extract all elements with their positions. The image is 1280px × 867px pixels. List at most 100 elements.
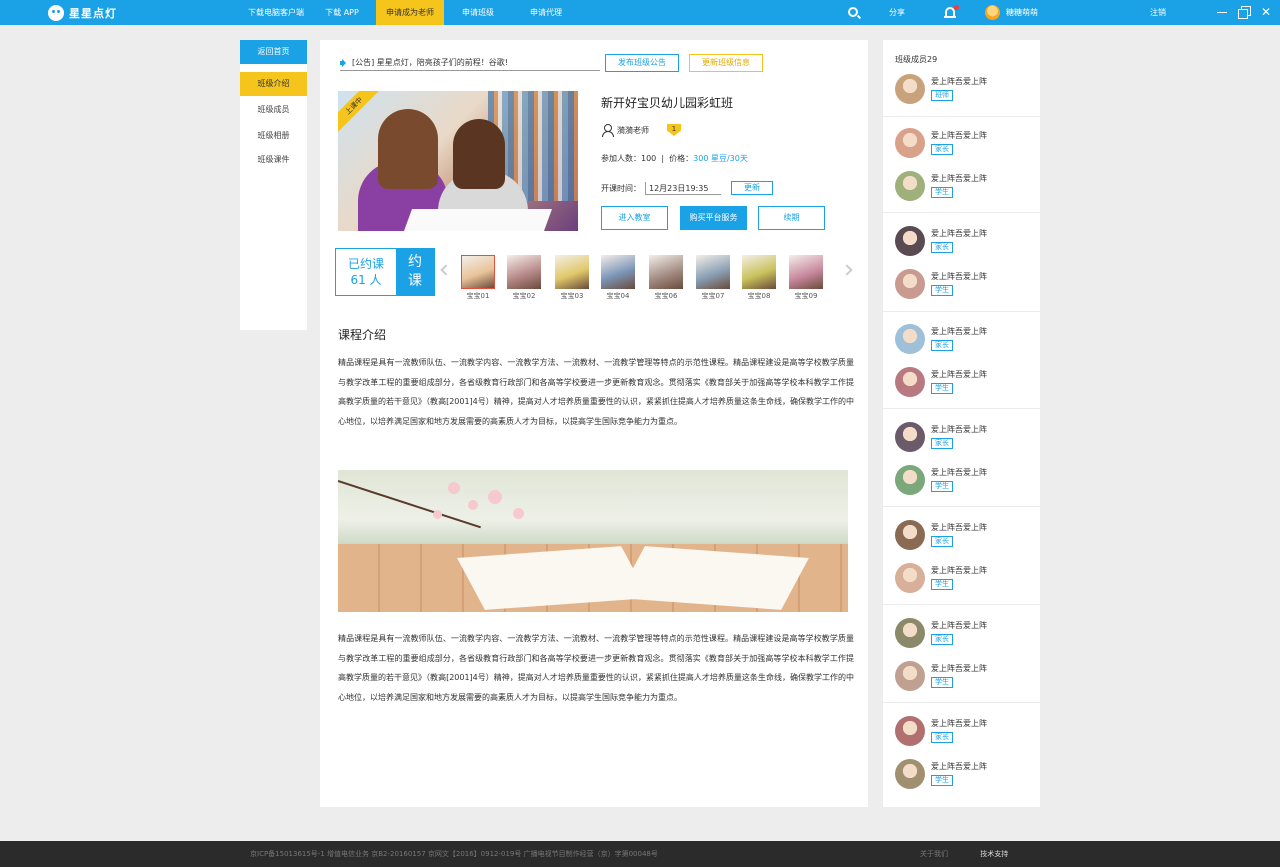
member-avatar: [895, 128, 925, 158]
member-avatar: [895, 618, 925, 648]
footer: 京ICP备15013615号-1 增值电信业务 京B2-20160157 京网文…: [0, 841, 1280, 867]
notification-bell-icon[interactable]: [944, 5, 959, 19]
booked-student[interactable]: 宝宝08: [742, 255, 776, 301]
booked-count-box: 已约课 61 人 约 课: [335, 248, 435, 296]
member-role-badge: 家长: [931, 536, 953, 547]
member-name: 爱上阵吾爱上阵: [931, 468, 987, 477]
price-unit: 星豆/30天: [710, 154, 748, 163]
member-avatar: [895, 324, 925, 354]
student-photo: [601, 255, 635, 289]
member-item[interactable]: 爱上阵吾爱上阵 学生: [895, 269, 1035, 301]
member-avatar: [895, 563, 925, 593]
member-item[interactable]: 爱上阵吾爱上阵 家长: [895, 520, 1035, 552]
member-role-badge: 学生: [931, 677, 953, 688]
renew-button[interactable]: 续期: [758, 206, 825, 230]
member-role-badge: 班师: [931, 90, 953, 101]
member-item[interactable]: 爱上阵吾爱上阵 家长: [895, 618, 1035, 650]
top-bar: 星星点灯 下载电脑客户端 下载 APP 申请成为老师 申请班级 申请代理 分享 …: [0, 0, 1280, 25]
member-name: 爱上阵吾爱上阵: [931, 719, 987, 728]
nav-apply-class[interactable]: 申请班级: [450, 0, 506, 25]
member-avatar: [895, 226, 925, 256]
student-photo: [507, 255, 541, 289]
share-link[interactable]: 分享: [889, 0, 905, 25]
member-item[interactable]: 爱上阵吾爱上阵 学生: [895, 465, 1035, 497]
nav-download-pc[interactable]: 下载电脑客户端: [236, 0, 316, 25]
member-name: 爱上阵吾爱上阵: [931, 664, 987, 673]
logout-link[interactable]: 注销: [1150, 0, 1166, 25]
member-item[interactable]: 爱上阵吾爱上阵 学生: [895, 661, 1035, 693]
book-class-button[interactable]: 约 课: [396, 249, 434, 295]
side-item-class-members[interactable]: 班级成员: [240, 98, 307, 122]
about-us-link[interactable]: 关于我们: [920, 850, 948, 858]
maximize-icon[interactable]: [1238, 6, 1251, 19]
member-item[interactable]: 爱上阵吾爱上阵 家长: [895, 226, 1035, 258]
member-item[interactable]: 爱上阵吾爱上阵 班师: [895, 74, 1035, 106]
student-name: 宝宝03: [560, 292, 584, 300]
participants-label: 参加人数：: [601, 154, 641, 163]
booked-student[interactable]: 宝宝09: [789, 255, 823, 301]
teacher-row: 漪漪老师 1: [601, 124, 681, 137]
logo[interactable]: 星星点灯: [48, 4, 117, 21]
member-name: 爱上阵吾爱上阵: [931, 523, 987, 532]
announcement-text: [公告] 星星点灯，陪亮孩子们的前程！谷歌!: [352, 58, 508, 67]
member-item[interactable]: 爱上阵吾爱上阵 学生: [895, 171, 1035, 203]
member-divider: [883, 311, 1040, 312]
publish-notice-button[interactable]: 发布班级公告: [605, 54, 679, 72]
back-home-button[interactable]: 返回首页: [240, 40, 307, 64]
member-item[interactable]: 爱上阵吾爱上阵 家长: [895, 324, 1035, 356]
update-class-info-button[interactable]: 更新班级信息: [689, 54, 763, 72]
booked-count: 已约课 61 人: [336, 249, 396, 295]
buy-service-button[interactable]: 购买平台服务: [680, 206, 747, 230]
next-arrow-icon[interactable]: [841, 264, 853, 276]
member-divider: [883, 116, 1040, 117]
student-photo: [461, 255, 495, 289]
start-time-field[interactable]: 12月23日19:35: [645, 181, 721, 195]
student-name: 宝宝08: [747, 292, 771, 300]
username[interactable]: 糖糖萌萌: [1006, 0, 1038, 25]
member-divider: [883, 408, 1040, 409]
member-item[interactable]: 爱上阵吾爱上阵 家长: [895, 716, 1035, 748]
search-icon[interactable]: [848, 7, 858, 17]
booked-student[interactable]: 宝宝07: [696, 255, 730, 301]
booked-student[interactable]: 宝宝06: [649, 255, 683, 301]
course-intro-paragraph-2: 精品课程是具有一流教师队伍、一流教学内容、一流教学方法、一流教材、一流教学管理等…: [338, 634, 854, 702]
side-item-class-album[interactable]: 班级相册: [240, 124, 307, 148]
booked-student[interactable]: 宝宝01: [461, 255, 495, 301]
member-item[interactable]: 爱上阵吾爱上阵 学生: [895, 367, 1035, 399]
member-name: 爱上阵吾爱上阵: [931, 566, 987, 575]
member-item[interactable]: 爱上阵吾爱上阵 家长: [895, 128, 1035, 160]
booked-student[interactable]: 宝宝04: [601, 255, 635, 301]
side-item-class-intro[interactable]: 班级介绍: [240, 72, 307, 96]
change-time-button[interactable]: 更新: [731, 181, 773, 195]
tech-support-link[interactable]: 技术支持: [980, 850, 1008, 858]
student-name: 宝宝06: [654, 292, 678, 300]
announcement-bar: [公告] 星星点灯，陪亮孩子们的前程！谷歌!: [340, 56, 600, 71]
close-icon[interactable]: ✕: [1260, 6, 1272, 18]
nav-become-teacher[interactable]: 申请成为老师: [376, 0, 444, 25]
student-photo: [742, 255, 776, 289]
booked-label: 已约课: [347, 257, 384, 271]
nav-apply-agent[interactable]: 申请代理: [518, 0, 574, 25]
member-role-badge: 学生: [931, 187, 953, 198]
user-avatar[interactable]: [985, 5, 1000, 20]
member-avatar: [895, 661, 925, 691]
minimize-icon[interactable]: [1216, 6, 1228, 18]
member-item[interactable]: 爱上阵吾爱上阵 学生: [895, 759, 1035, 791]
side-item-class-courseware[interactable]: 班级课件: [240, 148, 307, 172]
member-item[interactable]: 爱上阵吾爱上阵 家长: [895, 422, 1035, 454]
member-item[interactable]: 爱上阵吾爱上阵 学生: [895, 563, 1035, 595]
booked-number: 61 人: [350, 273, 382, 287]
student-photo: [649, 255, 683, 289]
booked-student[interactable]: 宝宝03: [555, 255, 589, 301]
enter-classroom-button[interactable]: 进入教室: [601, 206, 668, 230]
level-badge-icon: 1: [667, 124, 681, 136]
member-avatar: [895, 367, 925, 397]
nav-download-app[interactable]: 下载 APP: [316, 0, 368, 25]
member-role-badge: 家长: [931, 732, 953, 743]
participants-count: 100: [641, 154, 657, 163]
speaker-icon: [340, 58, 348, 67]
member-name: 爱上阵吾爱上阵: [931, 762, 987, 771]
booked-student[interactable]: 宝宝02: [507, 255, 541, 301]
student-name: 宝宝09: [794, 292, 818, 300]
prev-arrow-icon[interactable]: [440, 264, 452, 276]
